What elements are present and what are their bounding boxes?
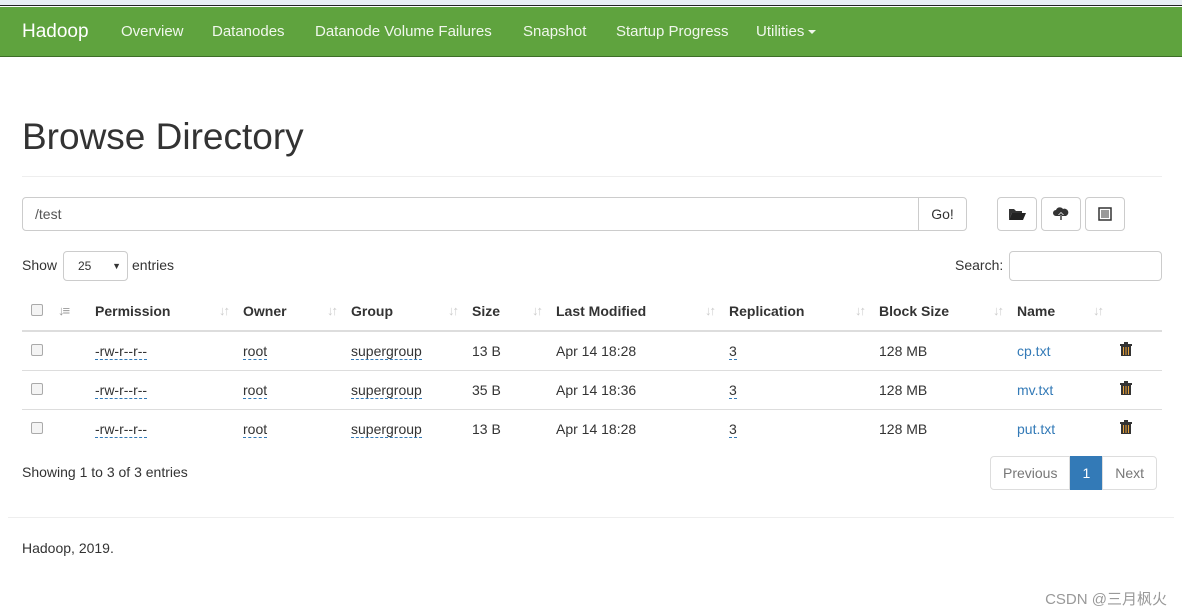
watermark: CSDN @三月枫火 [1045,591,1167,608]
navbar: Hadoop Overview Datanodes Datanode Volum… [0,7,1182,57]
nav-volume-failures[interactable]: Datanode Volume Failures [315,23,492,40]
page-title: Browse Directory [22,116,304,157]
owner[interactable]: root [243,342,268,360]
sort-icon: ↓↑ [993,303,1004,318]
row-checkbox[interactable] [31,382,43,395]
permission[interactable]: -rw-r--r-- [95,420,148,438]
cut-paste-button[interactable] [1085,197,1125,231]
footer: Hadoop, 2019. [22,540,114,556]
block-size: 128 MB [872,369,1010,409]
divider [8,517,1174,518]
upload-button[interactable] [1041,197,1081,231]
search-input[interactable] [1009,251,1162,281]
file-name-link[interactable]: cp.txt [1017,343,1050,359]
select-all-header [22,292,52,332]
nav-snapshot[interactable]: Snapshot [523,23,586,40]
sort-icon: ↓↑ [448,303,459,318]
nav-overview[interactable]: Overview [121,23,184,40]
sort-icon: ↓↑ [327,303,338,318]
caret-down-icon [808,30,817,35]
nav-utilities-label: Utilities [756,23,805,40]
permission[interactable]: -rw-r--r-- [95,342,148,360]
next-button[interactable]: Next [1102,456,1158,490]
col-size[interactable]: Size ↓↑ [465,292,549,332]
block-size: 128 MB [872,408,1010,448]
block-size: 128 MB [879,342,928,359]
table-row: -rw-r--r-- root supergroup 35 B Apr 14 1… [22,369,1162,409]
sort-icon: ↓↑ [532,303,543,318]
create-directory-button[interactable] [997,197,1037,231]
col-owner[interactable]: Owner ↓↑ [236,292,344,332]
sort-asc-icon: ↓≡ [58,303,70,318]
replication[interactable]: 3 [729,381,737,399]
file-table: ↓≡ Permission ↓↑ Owner ↓↑ Group ↓↑ Size ↓↑ L… [22,292,1162,448]
table-info: Showing 1 to 3 of 3 entries [22,464,188,480]
replication[interactable]: 3 [729,420,737,438]
last-modified: Apr 14 18:28 [549,408,722,448]
col-group[interactable]: Group ↓↑ [344,292,465,332]
page-1-button[interactable]: 1 [1070,456,1103,490]
last-modified: Apr 14 18:28 [556,342,637,359]
trash-icon[interactable] [1120,342,1132,357]
brand[interactable]: Hadoop [22,21,89,43]
sort-header[interactable]: ↓≡ [52,292,88,332]
previous-button[interactable]: Previous [990,456,1071,490]
select-all-checkbox[interactable] [31,304,43,316]
table-row: -rw-r--r-- root supergroup 13 B Apr 14 1… [22,408,1162,448]
row-checkbox[interactable] [31,421,43,434]
owner[interactable]: root [243,420,268,438]
nav-utilities[interactable]: Utilities [756,23,817,40]
col-name[interactable]: Name ↓↑ [1010,292,1110,332]
pagination: Previous 1 Next [990,456,1158,490]
col-permission[interactable]: Permission ↓↑ [88,292,236,332]
replication[interactable]: 3 [729,342,737,360]
nav-datanodes[interactable]: Datanodes [212,23,285,40]
entries-label: entries [132,257,175,273]
owner[interactable]: root [243,381,268,399]
folder-open-icon [1009,209,1026,220]
sort-icon: ↓↑ [705,303,716,318]
browser-strip [0,0,1182,6]
size: 13 B [472,342,501,359]
group[interactable]: supergroup [351,342,422,360]
sort-icon: ↓↑ [219,303,230,318]
cloud-upload-icon [1053,207,1069,220]
table-row: -rw-r--r-- root supergroup 13 B Apr 14 1… [22,331,1162,370]
show-label: Show [22,257,58,273]
size: 35 B [465,369,549,409]
path-input[interactable] [22,197,919,231]
last-modified: Apr 14 18:36 [549,369,722,409]
trash-icon[interactable] [1120,381,1132,395]
list-icon [1098,207,1112,221]
col-block-size[interactable]: Block Size ↓↑ [872,292,1010,332]
page-size-select[interactable]: 25 ▼ [63,251,128,281]
col-replication[interactable]: Replication ↓↑ [722,292,872,332]
nav-startup-progress[interactable]: Startup Progress [616,23,729,40]
group[interactable]: supergroup [351,381,422,399]
search-label: Search: [955,257,1004,273]
file-name-link[interactable]: put.txt [1017,421,1055,437]
row-checkbox[interactable] [31,343,43,356]
file-name-link[interactable]: mv.txt [1017,382,1053,398]
divider [22,176,1162,177]
trash-icon[interactable] [1120,420,1132,435]
col-actions [1110,292,1162,332]
sort-icon: ↓↑ [1093,303,1104,318]
group[interactable]: supergroup [351,420,422,438]
col-last-modified[interactable]: Last Modified ↓↑ [549,292,722,332]
size: 13 B [465,408,549,448]
page-size-value: 25 [78,259,92,273]
go-button[interactable]: Go! [918,197,967,231]
dropdown-arrow-icon: ▼ [112,261,121,271]
sort-icon: ↓↑ [855,303,866,318]
permission[interactable]: -rw-r--r-- [95,381,148,399]
